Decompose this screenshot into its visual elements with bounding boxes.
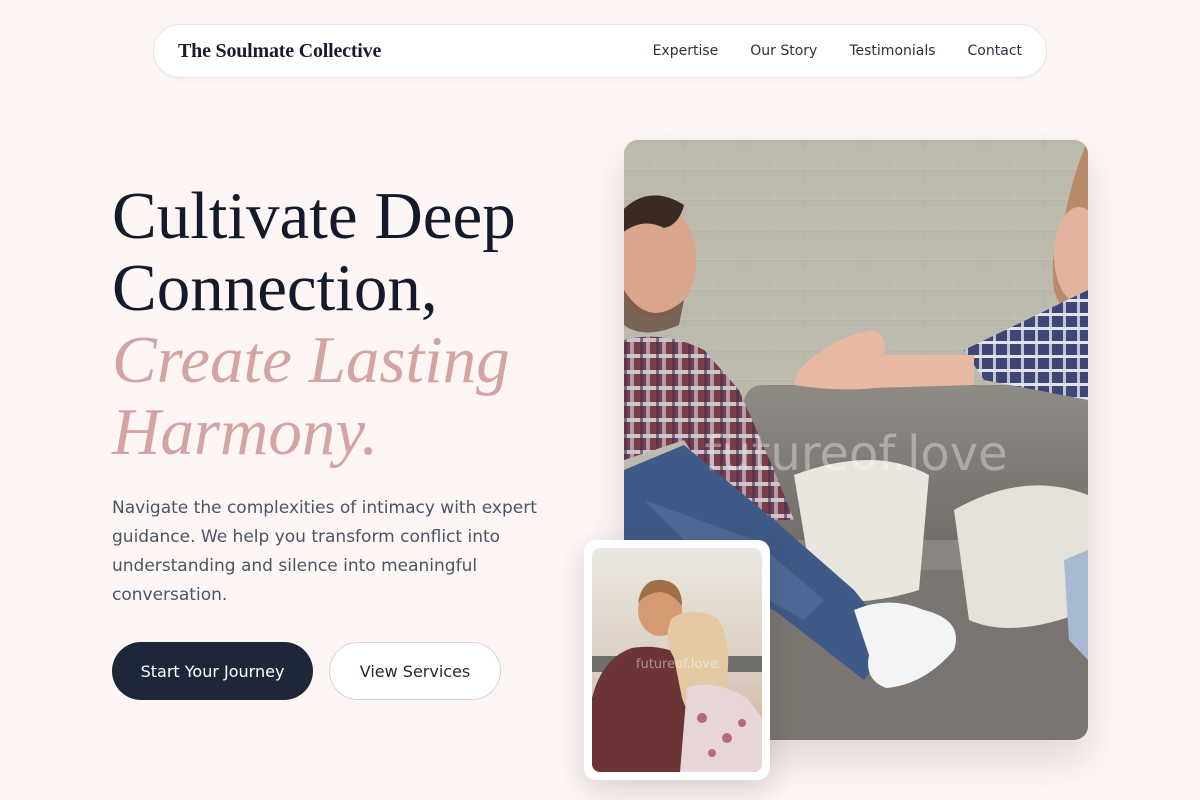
inset-photo-couple-sunset: futureof.love <box>584 540 770 780</box>
inset-photo-frame: futureof.love <box>592 548 762 772</box>
brand-logo[interactable]: The Soulmate Collective <box>178 40 381 63</box>
view-services-button[interactable]: View Services <box>329 642 501 700</box>
hero-headline: Cultivate Deep Connection, Create Lastin… <box>112 180 582 468</box>
inset-photo-watermark: futureof.love <box>636 657 718 672</box>
main-photo-watermark: futureof.love <box>704 426 1007 482</box>
headline-accent-1: Create Lasting <box>112 323 510 397</box>
hero-description: Navigate the complexities of intimacy wi… <box>112 498 537 605</box>
headline-line-1: Cultivate Deep <box>112 179 516 253</box>
nav-link-our-story[interactable]: Our Story <box>750 43 817 59</box>
top-nav: The Soulmate Collective Expertise Our St… <box>153 24 1047 78</box>
start-journey-button[interactable]: Start Your Journey <box>112 642 313 700</box>
headline-line-2: Connection, <box>112 251 438 325</box>
nav-link-testimonials[interactable]: Testimonials <box>849 43 935 59</box>
nav-links: Expertise Our Story Testimonials Contact <box>653 43 1022 59</box>
headline-accent-2: Harmony. <box>112 395 379 469</box>
nav-link-expertise[interactable]: Expertise <box>653 43 719 59</box>
nav-link-contact[interactable]: Contact <box>968 43 1022 59</box>
